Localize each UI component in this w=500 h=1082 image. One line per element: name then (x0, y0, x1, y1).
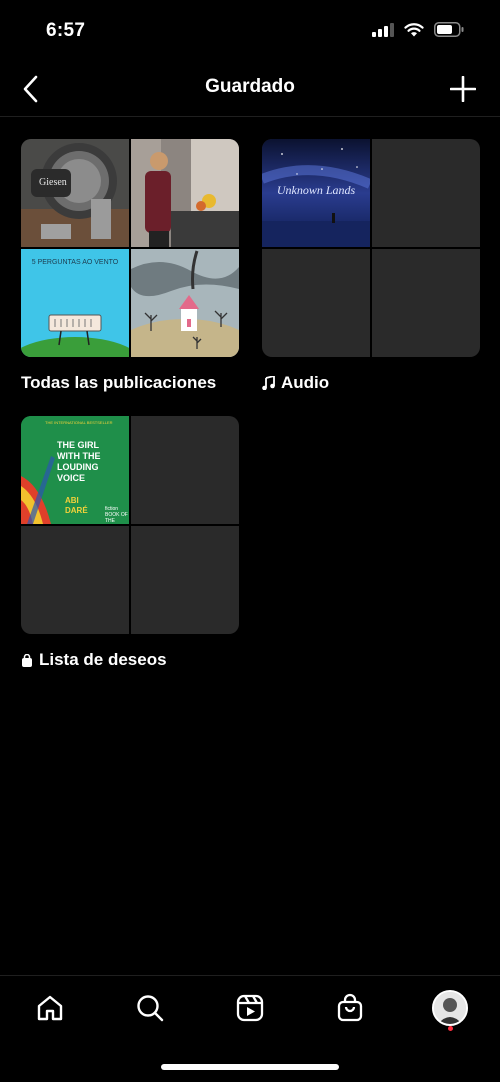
poster-title: 5 PERGUNTAS AO VENTO (31, 259, 119, 266)
collection-label: Lista de deseos (21, 650, 239, 670)
wifi-icon (404, 22, 424, 36)
book-tagline: THE INTERNATIONAL BESTSELLER (45, 420, 113, 425)
nav-profile[interactable] (425, 983, 475, 1033)
empty-thumb (131, 416, 239, 524)
signal-icon (372, 22, 394, 37)
book-title-line: VOICE (57, 473, 86, 483)
nav-shop[interactable] (325, 983, 375, 1033)
book-author-line: ABI (65, 496, 79, 505)
collection-name: Lista de deseos (39, 650, 167, 669)
album-cover-text: Unknown Lands (276, 183, 356, 197)
collection-thumbnail-grid: Giesen 5 PERGUNTAS AO VENTO (21, 139, 239, 357)
thumb-kitchen-photo (131, 139, 239, 247)
book-title-line: THE GIRL (57, 440, 99, 450)
book-author: ABI DARÉ (65, 496, 88, 516)
thumb-book-cover: THE INTERNATIONAL BESTSELLER THE GIRL WI… (21, 416, 129, 524)
empty-thumb (372, 139, 480, 247)
book-badge-line: BOOK OF THE MONTH (105, 512, 128, 524)
plus-icon (450, 76, 476, 102)
add-collection-button[interactable] (446, 72, 480, 106)
collection-name: Audio (281, 373, 330, 392)
collection-thumbnail-grid: THE INTERNATIONAL BESTSELLER THE GIRL WI… (21, 416, 239, 634)
collection-name: Todas las publicaciones (21, 373, 217, 392)
bottom-nav (0, 975, 500, 1040)
empty-thumb (372, 249, 480, 357)
profile-avatar (432, 990, 468, 1026)
home-indicator[interactable] (161, 1064, 339, 1070)
empty-thumb (21, 526, 129, 634)
nav-header: Guardado (0, 62, 500, 117)
collection-all-posts[interactable]: Giesen 5 PERGUNTAS AO VENTO Todas las pu… (21, 139, 239, 393)
collection-label: Audio (262, 373, 480, 393)
roaster-brand-text: Giesen (39, 177, 67, 188)
empty-thumb (262, 249, 370, 357)
thumb-house-illustration (131, 249, 239, 357)
reels-icon (236, 994, 264, 1022)
search-icon (137, 995, 164, 1022)
status-time: 6:57 (46, 20, 86, 41)
collection-audio[interactable]: Unknown Lands Audio (262, 139, 480, 393)
notification-dot (447, 1026, 453, 1031)
nav-home[interactable] (25, 983, 75, 1033)
book-title: THE GIRL WITH THE LOUDING VOICE (57, 440, 101, 484)
nav-search[interactable] (125, 983, 175, 1033)
music-note-icon (262, 376, 275, 390)
collection-thumbnail-grid: Unknown Lands (262, 139, 480, 357)
battery-icon (434, 22, 464, 37)
status-icons (372, 22, 464, 37)
nav-reels[interactable] (225, 983, 275, 1033)
shopping-bag-icon (22, 653, 32, 667)
collection-label: Todas las publicaciones (21, 373, 239, 393)
book-author-line: DARÉ (65, 506, 88, 515)
collection-wishlist[interactable]: THE INTERNATIONAL BESTSELLER THE GIRL WI… (21, 416, 239, 670)
home-icon (37, 995, 63, 1021)
thumb-album-cover: Unknown Lands (262, 139, 370, 247)
book-badge: fiction BOOK OF THE MONTH (105, 506, 129, 524)
status-bar: 6:57 (0, 0, 500, 62)
thumb-coffee-roaster: Giesen (21, 139, 129, 247)
book-title-line: LOUDING (57, 462, 99, 472)
book-title-line: WITH THE (57, 451, 101, 461)
shop-icon (337, 993, 363, 1022)
empty-thumb (131, 526, 239, 634)
thumb-five-questions-poster: 5 PERGUNTAS AO VENTO (21, 249, 129, 357)
page-title: Guardado (205, 76, 295, 97)
